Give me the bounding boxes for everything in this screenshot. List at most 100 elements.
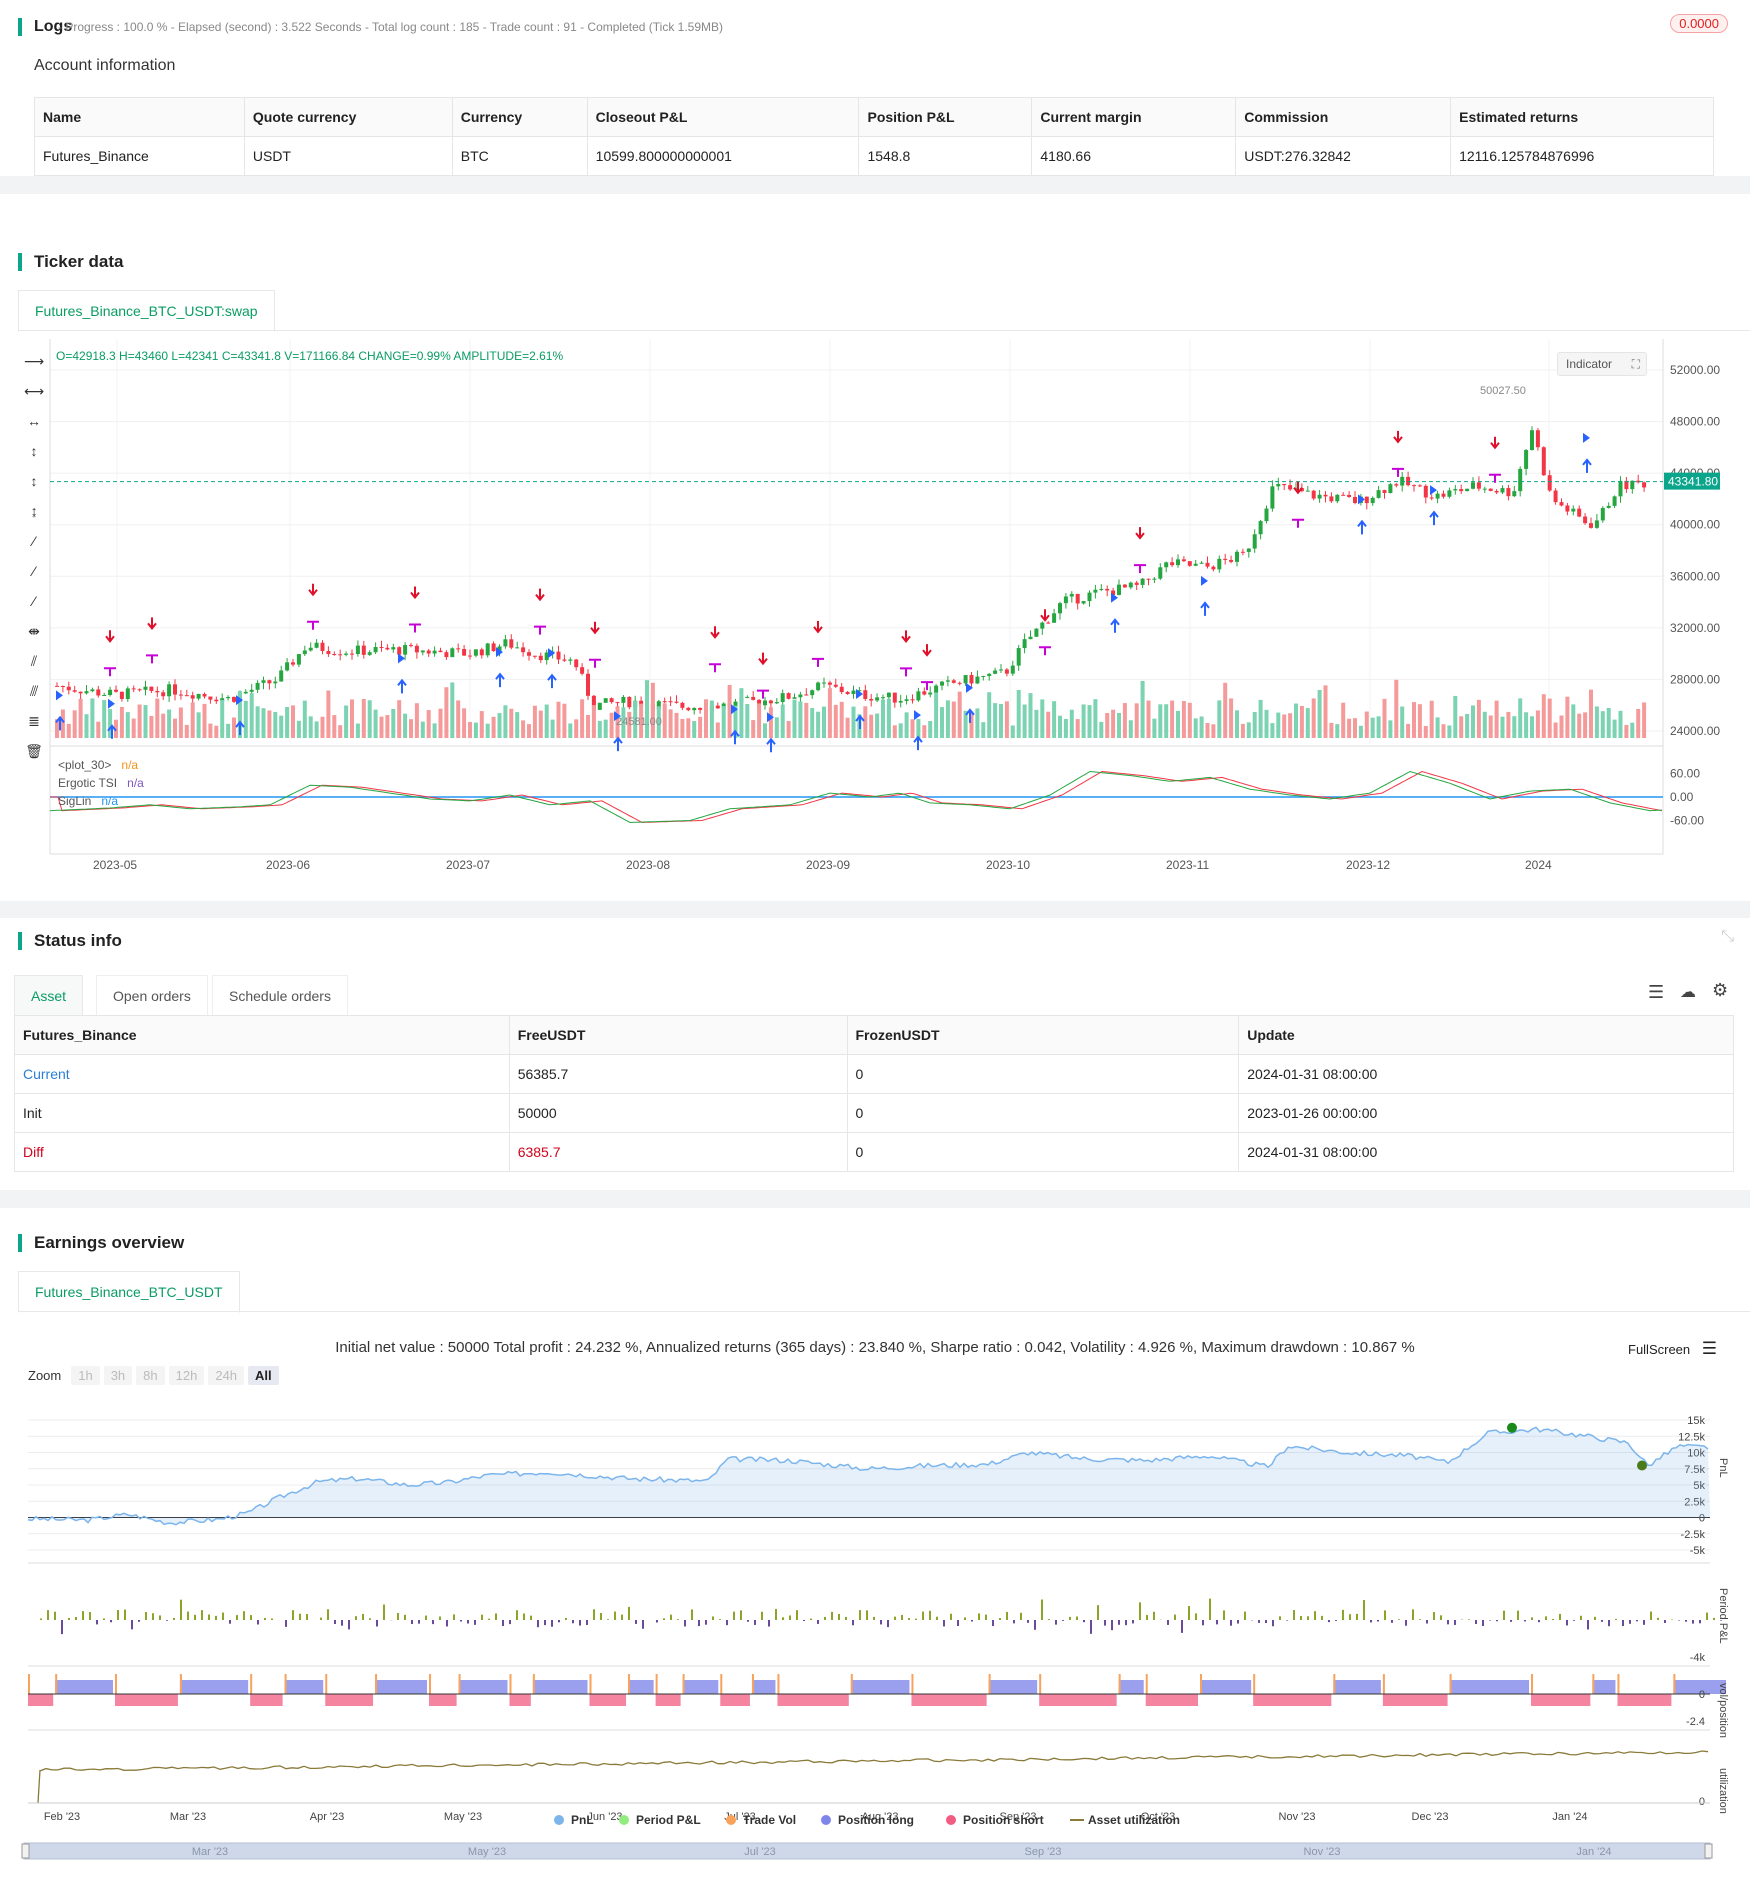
period-pnl-bar [54, 1611, 56, 1620]
volume-bar [1636, 708, 1641, 738]
candle-body [485, 643, 490, 656]
close-signal-marker [921, 681, 933, 691]
gear-icon[interactable]: ⚙ [1712, 980, 1728, 1001]
navigator-right-handle[interactable] [1704, 1843, 1713, 1859]
navigator-left-handle[interactable] [21, 1843, 30, 1859]
period-pnl-bar [1272, 1620, 1274, 1627]
volume-bar [1358, 725, 1363, 738]
volume-bar [680, 718, 685, 738]
position-long-bar [751, 1680, 776, 1694]
period-pnl-bar [992, 1620, 994, 1626]
period-pnl-bar [439, 1616, 441, 1620]
tab-schedule-orders[interactable]: Schedule orders [212, 975, 348, 1016]
price-axis-label: 48000.00 [1670, 415, 1720, 429]
candle-body [1075, 593, 1080, 604]
zoom-button-3h[interactable]: 3h [103, 1366, 133, 1385]
earnings-legend-item[interactable]: Position short [946, 1813, 1044, 1827]
volume-bar [361, 698, 366, 738]
tab-ticker-symbol[interactable]: Futures_Binance_BTC_USDT:swap [18, 290, 275, 332]
volume-bar [698, 716, 703, 738]
indicator-button[interactable]: Indicator ⛶ [1557, 352, 1647, 376]
account-table: Name Quote currency Currency Closeout P&L Po… [34, 97, 1714, 176]
volume-bar [609, 712, 614, 738]
candle-body [1170, 562, 1175, 566]
volume-bar [1435, 717, 1440, 738]
volume-bar [1087, 705, 1092, 738]
candle-body [934, 685, 939, 693]
period-pnl-bar [187, 1611, 189, 1620]
candle-body [1223, 558, 1228, 560]
fullscreen-button[interactable]: FullScreen ☰ [1628, 1339, 1717, 1359]
zoom-button-8h[interactable]: 8h [136, 1366, 165, 1385]
period-pnl-bar [397, 1613, 399, 1620]
candle-body [1193, 563, 1198, 566]
zoom-button-All[interactable]: All [248, 1366, 279, 1385]
volume-bar [816, 711, 821, 738]
period-pnl-bar [572, 1620, 574, 1624]
volume-bar [485, 723, 490, 738]
volume-bar [922, 725, 927, 738]
earnings-x-label: Dec '23 [1412, 1811, 1449, 1823]
candle-body [692, 707, 697, 711]
candlestick-chart[interactable]: 52000.0048000.0044000.0040000.0036000.00… [0, 334, 1750, 901]
volume-bar [532, 705, 537, 738]
period-pnl-bar [250, 1615, 252, 1620]
time-axis-label: 2023-07 [446, 858, 490, 872]
candle-body [1500, 488, 1505, 493]
candle-body [940, 681, 944, 686]
list-icon[interactable]: ☰ [1648, 982, 1664, 1003]
earnings-legend-item[interactable]: Asset utilization [1070, 1813, 1180, 1827]
period-pnl-bar [1433, 1612, 1435, 1620]
period-pnl-bar [1594, 1616, 1596, 1620]
earnings-legend-item[interactable]: Period P&L [619, 1813, 701, 1827]
period-pnl-bar [831, 1611, 833, 1620]
zoom-button-1h[interactable]: 1h [71, 1366, 100, 1385]
period-pnl-bar [82, 1611, 84, 1620]
candle-body [468, 655, 472, 657]
menu-icon[interactable]: ☰ [1702, 1339, 1717, 1358]
short-signal-arrow [147, 617, 157, 631]
period-pnl-bar [1454, 1620, 1456, 1625]
volume-bar [1506, 711, 1511, 738]
candle-body [1600, 507, 1605, 521]
volume-bar [314, 721, 319, 738]
period-pnl-bar [173, 1617, 175, 1620]
cloud-download-icon[interactable]: ☁ [1680, 982, 1696, 1002]
volume-bar [1223, 682, 1228, 738]
expand-icon[interactable]: ⛶ [1632, 353, 1640, 375]
volume-bar [155, 698, 160, 738]
candle-body [1187, 561, 1192, 566]
zoom-button-12h[interactable]: 12h [168, 1366, 205, 1385]
tab-open-orders[interactable]: Open orders [96, 975, 208, 1016]
volume-bar [662, 703, 667, 738]
long-signal-arrow [855, 714, 865, 730]
period-pnl-bar [859, 1610, 861, 1620]
period-pnl-bar [1307, 1616, 1309, 1620]
period-pnl-bar [131, 1620, 133, 1630]
candle-body [509, 639, 514, 648]
earnings-legend-item[interactable]: Position long [821, 1813, 914, 1827]
volume-bar [119, 706, 124, 738]
tab-earnings-symbol[interactable]: Futures_Binance_BTC_USDT [18, 1271, 240, 1313]
candle-body [261, 680, 266, 683]
zoom-button-24h[interactable]: 24h [208, 1366, 245, 1385]
volume-bar [580, 699, 585, 738]
trade-vol-bar [988, 1674, 991, 1694]
period-pnl-bar [208, 1614, 210, 1620]
collapse-icon[interactable]: ⤡ [1721, 928, 1734, 946]
tab-asset[interactable]: Asset [14, 975, 84, 1017]
volume-bar [1618, 710, 1623, 738]
candle-body [338, 654, 343, 656]
earnings-chart[interactable]: 15k12.5k10k7.5k5k2.5k0-2.5k-5k-4k0-2.40P… [0, 1398, 1750, 1891]
entry-flag-marker [548, 648, 555, 659]
candle-body [568, 659, 573, 661]
volume-bar [1364, 711, 1369, 738]
earnings-legend-item[interactable]: PnL [554, 1813, 594, 1827]
position-short-bar [28, 1694, 54, 1706]
candle-body [963, 675, 968, 684]
period-pnl-bar [810, 1618, 812, 1620]
candle-body [1518, 468, 1523, 492]
asset-cell[interactable]: Current [14, 1054, 510, 1094]
period-pnl-bar [327, 1609, 329, 1620]
navigator-window[interactable] [23, 1842, 1711, 1860]
